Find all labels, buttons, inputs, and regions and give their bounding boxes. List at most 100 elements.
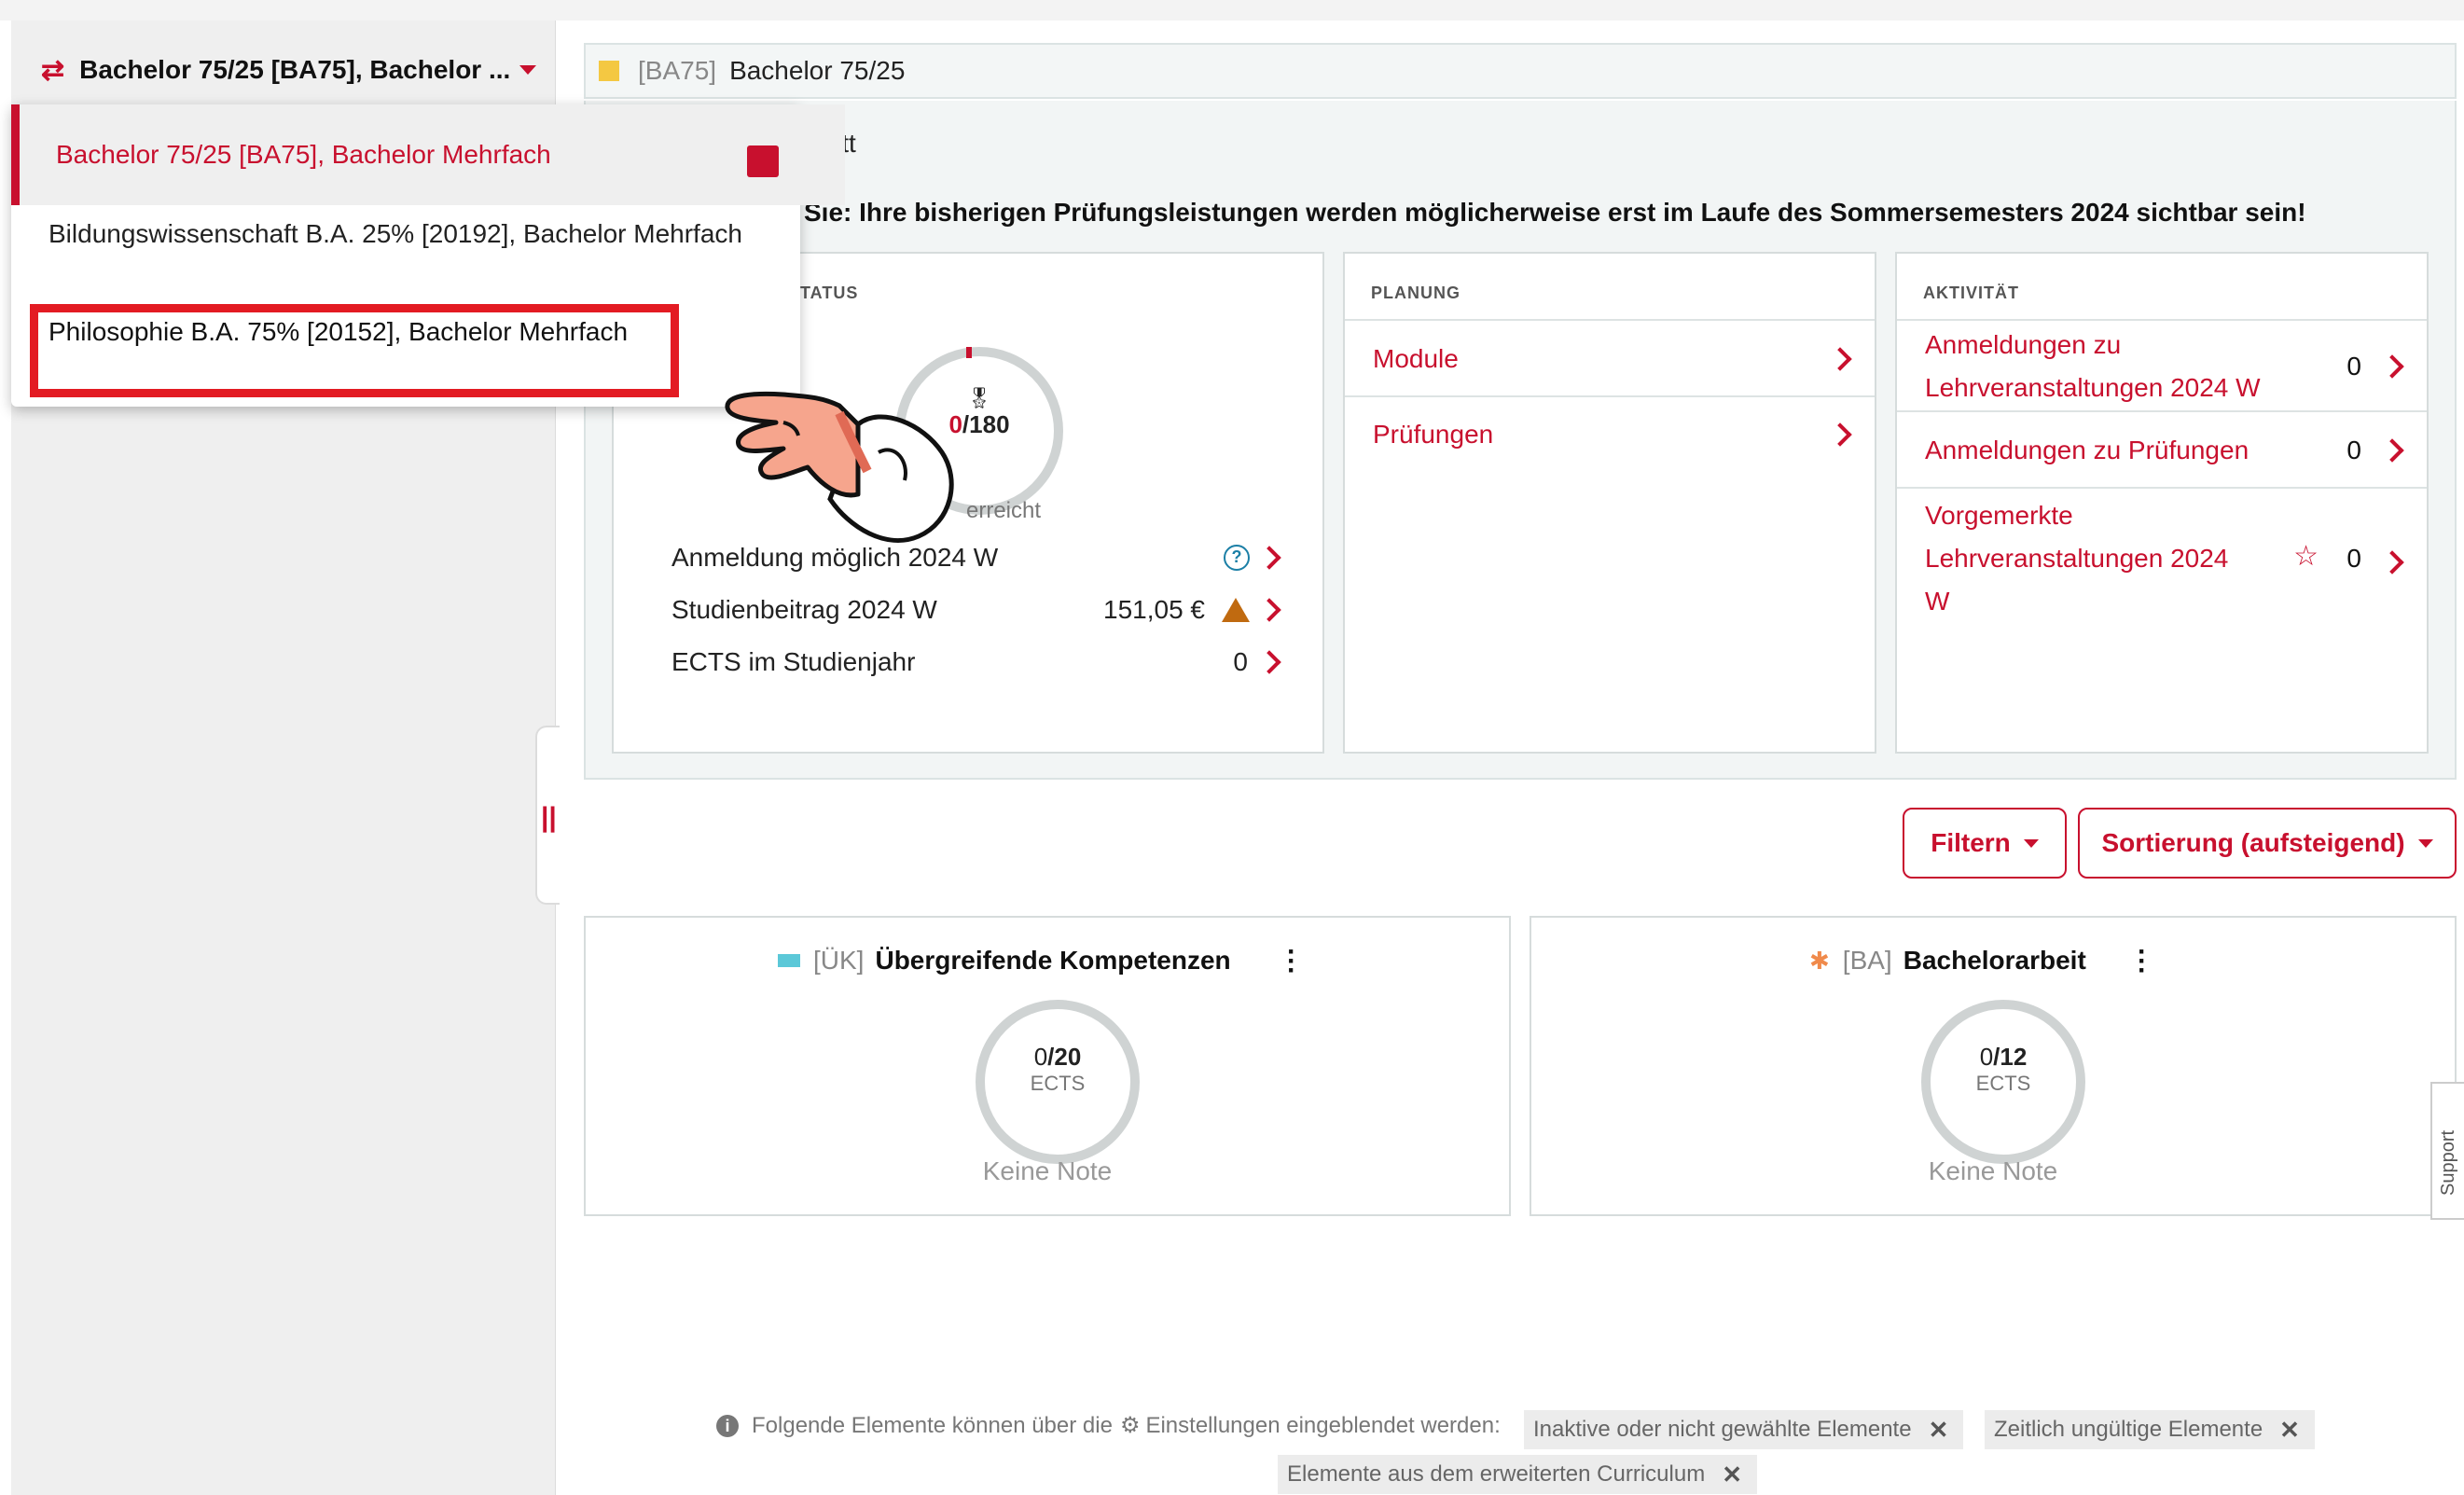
chevron-right-icon <box>2380 354 2404 379</box>
gauge-unit: ECTS <box>1975 1072 2031 1095</box>
module-name: Bachelorarbeit <box>1903 946 2086 975</box>
planung-card: PLANUNG Module Prüfungen <box>1343 252 1876 754</box>
kebab-menu-icon[interactable]: · · · <box>2138 938 2147 985</box>
module-color-marker <box>778 954 800 967</box>
module-code: [ÜK] <box>813 946 865 975</box>
aktivitaet-row-vorgemerkt[interactable]: Vorgemerkte Lehrveranstaltungen 2024 W ☆… <box>1897 487 2427 630</box>
close-icon[interactable]: ✕ <box>1722 1460 1742 1489</box>
gauge-value: 0 <box>1033 1043 1048 1071</box>
chevron-right-icon <box>2380 438 2404 463</box>
row-label-line: Anmeldungen zu <box>1925 330 2122 359</box>
close-icon[interactable]: ✕ <box>2279 1416 2300 1445</box>
planung-card-head: PLANUNG <box>1371 284 1460 302</box>
caret-down-icon <box>2023 838 2039 848</box>
row-count: 0 <box>2346 436 2361 464</box>
chevron-right-icon <box>2380 550 2404 574</box>
filter-button[interactable]: Filtern <box>1903 808 2067 879</box>
caret-down-icon <box>519 65 537 75</box>
row-label-line: W <box>1925 587 1950 616</box>
gauge-total: /12 <box>1993 1043 2028 1071</box>
gauge-total: /20 <box>1047 1043 1082 1071</box>
module-title: [ÜK] Übergreifende Kompetenzen <box>778 946 1231 976</box>
dropdown-item-label: Bachelor 75/25 [BA75], Bachelor Mehrfach <box>56 140 551 169</box>
row-label-line: Lehrveranstaltungen 2024 W <box>1925 373 2261 402</box>
status-row-label: ECTS im Studienjahr <box>671 647 916 676</box>
hint-text: Folgende Elemente können über die <box>752 1412 1113 1438</box>
hidden-elements-hint: i Folgende Elemente können über die ⚙ Ei… <box>716 1412 1501 1439</box>
tag-label: Inaktive oder nicht gewählte Elemente <box>1533 1417 1912 1442</box>
kebab-menu-icon[interactable]: · · · <box>1287 938 1296 985</box>
star-icon[interactable]: ☆ <box>2293 535 2319 578</box>
program-title: Bachelor 75/25 <box>729 56 906 85</box>
chevron-right-icon <box>1828 347 1852 371</box>
aktivitaet-card-head: AKTIVITÄT <box>1923 284 2019 302</box>
module-ects-gauge: 0/12 ECTS <box>1921 1000 2085 1164</box>
collapse-bars-icon: || <box>541 802 557 833</box>
exam-notice: Sie: Ihre bisherigen Prüfungsleistungen … <box>804 198 2306 227</box>
switch-arrows-icon: ⇄ <box>41 54 65 86</box>
sort-button-label: Sortierung (aufsteigend) <box>2101 828 2405 857</box>
module-title: ✱ [BA] Bachelorarbeit <box>1809 946 2086 976</box>
module-grade: Keine Note <box>1928 1156 2058 1185</box>
status-row-label: Studienbeitrag 2024 W <box>671 595 937 624</box>
chevron-right-icon <box>1257 546 1281 570</box>
support-tab[interactable]: Support <box>2430 1082 2464 1220</box>
sidebar-collapse-handle[interactable]: || <box>535 726 560 905</box>
module-code: [BA] <box>1842 946 1892 975</box>
gear-icon: ⚙ <box>1119 1413 1141 1438</box>
module-grade: Keine Note <box>982 1156 1113 1185</box>
program-bar[interactable]: [BA75] Bachelor 75/25 <box>584 43 2457 99</box>
chevron-right-icon <box>1828 422 1852 447</box>
hidden-element-tag[interactable]: Inaktive oder nicht gewählte Elemente ✕ <box>1524 1410 1964 1449</box>
tag-label: Elemente aus dem erweiterten Curriculum <box>1287 1461 1706 1487</box>
row-label-line: Vorgemerkte <box>1925 501 2073 530</box>
tag-label: Zeitlich ungültige Elemente <box>1994 1417 2263 1442</box>
hidden-element-tag[interactable]: Elemente aus dem erweiterten Curriculum ✕ <box>1278 1455 1757 1494</box>
planung-row-label: Module <box>1373 344 1459 373</box>
planung-row-module[interactable]: Module <box>1345 319 1875 397</box>
hidden-element-tag[interactable]: Zeitlich ungültige Elemente ✕ <box>1985 1410 2315 1449</box>
planung-row-label: Prüfungen <box>1373 420 1494 449</box>
gauge-caption: erreicht <box>966 498 1042 523</box>
row-count: 0 <box>2346 352 2361 381</box>
gauge-progress-mark <box>966 347 972 358</box>
module-card[interactable]: ✱ [BA] Bachelorarbeit · · · 0/12 ECTS Kein… <box>1530 916 2457 1216</box>
info-icon: i <box>716 1414 739 1437</box>
program-code: [BA75] <box>638 56 717 85</box>
aktivitaet-card: AKTIVITÄT Anmeldungen zu Lehrveranstaltu… <box>1895 252 2429 754</box>
studienbeitrag-value: 151,05 € <box>1103 595 1205 624</box>
row-label-line: Anmeldungen zu Prüfungen <box>1925 436 2249 464</box>
module-ects-gauge: 0/20 ECTS <box>976 1000 1140 1164</box>
row-count: 0 <box>2346 544 2361 573</box>
chevron-right-icon <box>1257 598 1281 622</box>
highlight-box <box>30 304 679 397</box>
chevron-right-icon <box>1257 650 1281 674</box>
gauge-value: 0 <box>1979 1043 1994 1071</box>
status-row-studienbeitrag[interactable]: Studienbeitrag 2024 W 151,05 € <box>671 589 1285 630</box>
program-selector-label: Bachelor 75/25 [BA75], Bachelor ... <box>79 55 511 84</box>
status-row-ects[interactable]: ECTS im Studienjahr 0 <box>671 642 1285 683</box>
dropdown-item-bildungswissenschaft[interactable]: Bildungswissenschaft B.A. 25% [20192], B… <box>11 215 968 298</box>
planung-row-pruefungen[interactable]: Prüfungen <box>1345 395 1875 472</box>
top-strip <box>0 0 2464 21</box>
gauge-total: /180 <box>962 410 1010 438</box>
pointing-hand-cursor-icon <box>725 391 954 543</box>
help-icon[interactable]: ? <box>1224 545 1250 571</box>
active-marker <box>747 145 779 177</box>
row-label-line: Lehrveranstaltungen 2024 <box>1925 544 2229 573</box>
puzzle-icon: ✱ <box>1809 946 1830 975</box>
close-icon[interactable]: ✕ <box>1929 1416 1949 1445</box>
ects-year-value: 0 <box>1233 647 1248 676</box>
filter-button-label: Filtern <box>1931 828 2011 857</box>
program-selector[interactable]: ⇄ Bachelor 75/25 [BA75], Bachelor ... <box>41 47 537 93</box>
module-card[interactable]: [ÜK] Übergreifende Kompetenzen · · · 0/20 … <box>584 916 1511 1216</box>
dropdown-item-label: Bildungswissenschaft B.A. 25% [20192], B… <box>48 219 742 248</box>
gauge-unit: ECTS <box>1030 1072 1086 1095</box>
sort-button[interactable]: Sortierung (aufsteigend) <box>2078 808 2457 879</box>
warning-icon <box>1222 598 1250 622</box>
aktivitaet-row-lv-anmeldungen[interactable]: Anmeldungen zu Lehrveranstaltungen 2024 … <box>1897 319 2427 412</box>
support-label: Support <box>2438 1129 2458 1196</box>
program-color-square <box>599 61 619 81</box>
dropdown-item-ba75[interactable]: Bachelor 75/25 [BA75], Bachelor Mehrfach <box>11 104 845 205</box>
aktivitaet-row-pruefungen[interactable]: Anmeldungen zu Prüfungen 0 <box>1897 410 2427 489</box>
